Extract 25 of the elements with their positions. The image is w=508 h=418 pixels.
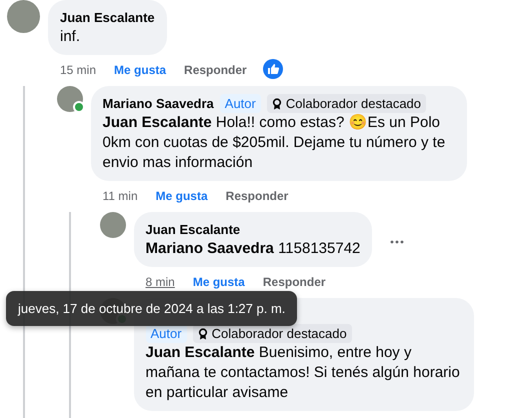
author-name[interactable]: Juan Escalante: [146, 222, 240, 237]
award-icon: [272, 98, 282, 110]
award-icon: [198, 328, 208, 340]
contributor-badge: Colaborador destacado: [192, 324, 352, 343]
timestamp-link[interactable]: 8 min: [146, 275, 175, 289]
like-link[interactable]: Me gusta: [114, 63, 166, 77]
avatar[interactable]: [100, 212, 126, 238]
comment-text: Juan Escalante Hola!! como estas? 😊Es un Polo 0km con cuotas de $205mil. Dejame tu número y te envio mas información: [102, 113, 446, 173]
comment-text: Juan Escalante Buenisimo, entre hoy y mañana te contactamos! Si tenés algún horario en particular avisame: [146, 343, 461, 403]
like-link[interactable]: Me gusta: [192, 275, 245, 289]
reply-link[interactable]: Responder: [184, 63, 247, 77]
timestamp-link[interactable]: 11 min: [102, 189, 138, 203]
reply-link[interactable]: Responder: [226, 189, 288, 203]
avatar[interactable]: [7, 0, 40, 33]
avatar[interactable]: [56, 86, 82, 112]
author-name[interactable]: Juan Escalante: [60, 10, 155, 25]
date-tooltip: jueves, 17 de octubre de 2024 a las 1:27 p. m.: [6, 291, 298, 326]
contributor-badge: Colaborador destacado: [266, 94, 426, 113]
author-name[interactable]: Mariano Saavedra: [102, 96, 214, 111]
comment-text: inf.: [60, 27, 82, 47]
reply-link[interactable]: Responder: [262, 275, 326, 289]
like-link[interactable]: Me gusta: [156, 189, 208, 203]
timestamp-link[interactable]: 15 min: [60, 63, 96, 77]
comment-text: Mariano Saavedra 1158135742: [146, 239, 360, 259]
author-badge: Autor: [220, 94, 261, 113]
